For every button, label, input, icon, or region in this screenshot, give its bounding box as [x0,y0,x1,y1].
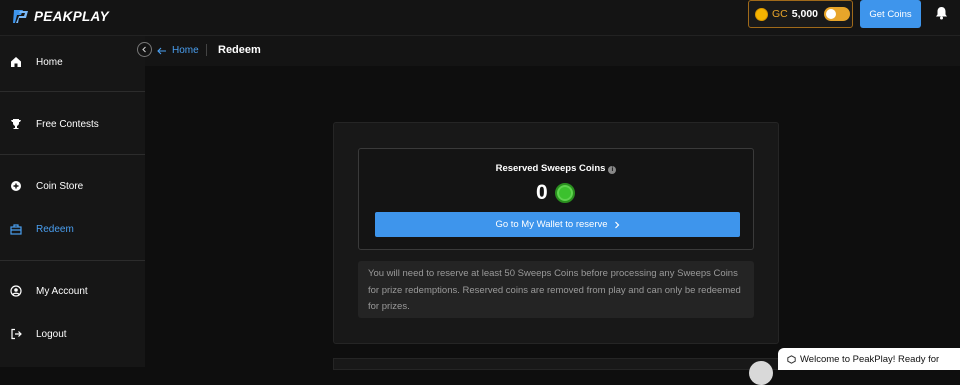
sidebar-item-logout[interactable]: Logout [0,328,145,340]
trophy-icon [11,119,21,129]
user-circle-icon [10,285,22,297]
logo-text: PEAKPLAY [34,8,109,24]
info-icon[interactable]: i [608,166,617,174]
breadcrumb-bar [145,36,960,66]
breadcrumb-separator [206,44,207,56]
breadcrumb-home-label: Home [172,45,199,56]
sidebar-divider [0,260,145,261]
gc-label: GC [772,8,788,20]
chat-icon [787,354,796,364]
go-to-wallet-button[interactable]: Go to My Wallet to reserve [375,212,740,237]
collapse-sidebar-button[interactable] [137,42,152,57]
sweeps-coin-icon [555,183,575,203]
chevron-left-icon [142,46,146,53]
welcome-toast-text: Welcome to PeakPlay! Ready for [800,353,940,365]
reserved-coins-title-text: Reserved Sweeps Coins [495,163,606,174]
gold-coin-balance[interactable]: GC 5,000 [748,0,853,28]
sidebar-item-label: Coin Store [36,180,84,192]
sidebar: Home Free Contests Coin Store Redeem My … [0,36,145,367]
sidebar-item-free-contests[interactable]: Free Contests [0,118,145,130]
sidebar-item-label: My Account [36,285,88,297]
sidebar-item-redeem[interactable]: Redeem [0,223,145,235]
plus-circle-icon [11,181,21,191]
sidebar-item-label: Redeem [36,223,74,235]
page-title: Redeem [218,44,261,56]
sidebar-item-label: Logout [36,328,67,340]
top-bar: PEAKPLAY GC 5,000 Get Coins [0,0,960,36]
reserved-coins-value: 0 [536,181,548,204]
go-to-wallet-label: Go to My Wallet to reserve [495,219,608,230]
logo-icon [13,9,28,23]
sidebar-item-coin-store[interactable]: Coin Store [0,180,145,192]
reserved-coins-title: Reserved Sweeps Coins i [358,163,754,174]
get-coins-button[interactable]: Get Coins [860,0,921,28]
breadcrumb-home-link[interactable]: Home [157,45,199,56]
sidebar-item-label: Home [36,56,63,68]
reserve-notice: You will need to reserve at least 50 Swe… [358,261,754,318]
sidebar-divider [0,91,145,92]
logo[interactable]: PEAKPLAY [13,6,109,26]
home-icon [11,57,21,67]
sidebar-divider [0,154,145,155]
coin-mode-toggle[interactable] [824,7,851,21]
bell-icon[interactable] [935,6,948,20]
chevron-right-icon [614,221,619,228]
chat-avatar[interactable] [749,361,773,385]
sidebar-item-home[interactable]: Home [0,56,145,68]
sidebar-item-my-account[interactable]: My Account [0,285,145,297]
secondary-card [333,358,779,370]
gold-coin-icon [755,7,768,21]
logout-icon [11,328,22,340]
sidebar-item-label: Free Contests [36,118,99,130]
arrow-left-icon [157,47,166,54]
gc-balance: 5,000 [791,8,819,20]
redeem-icon [10,224,22,235]
